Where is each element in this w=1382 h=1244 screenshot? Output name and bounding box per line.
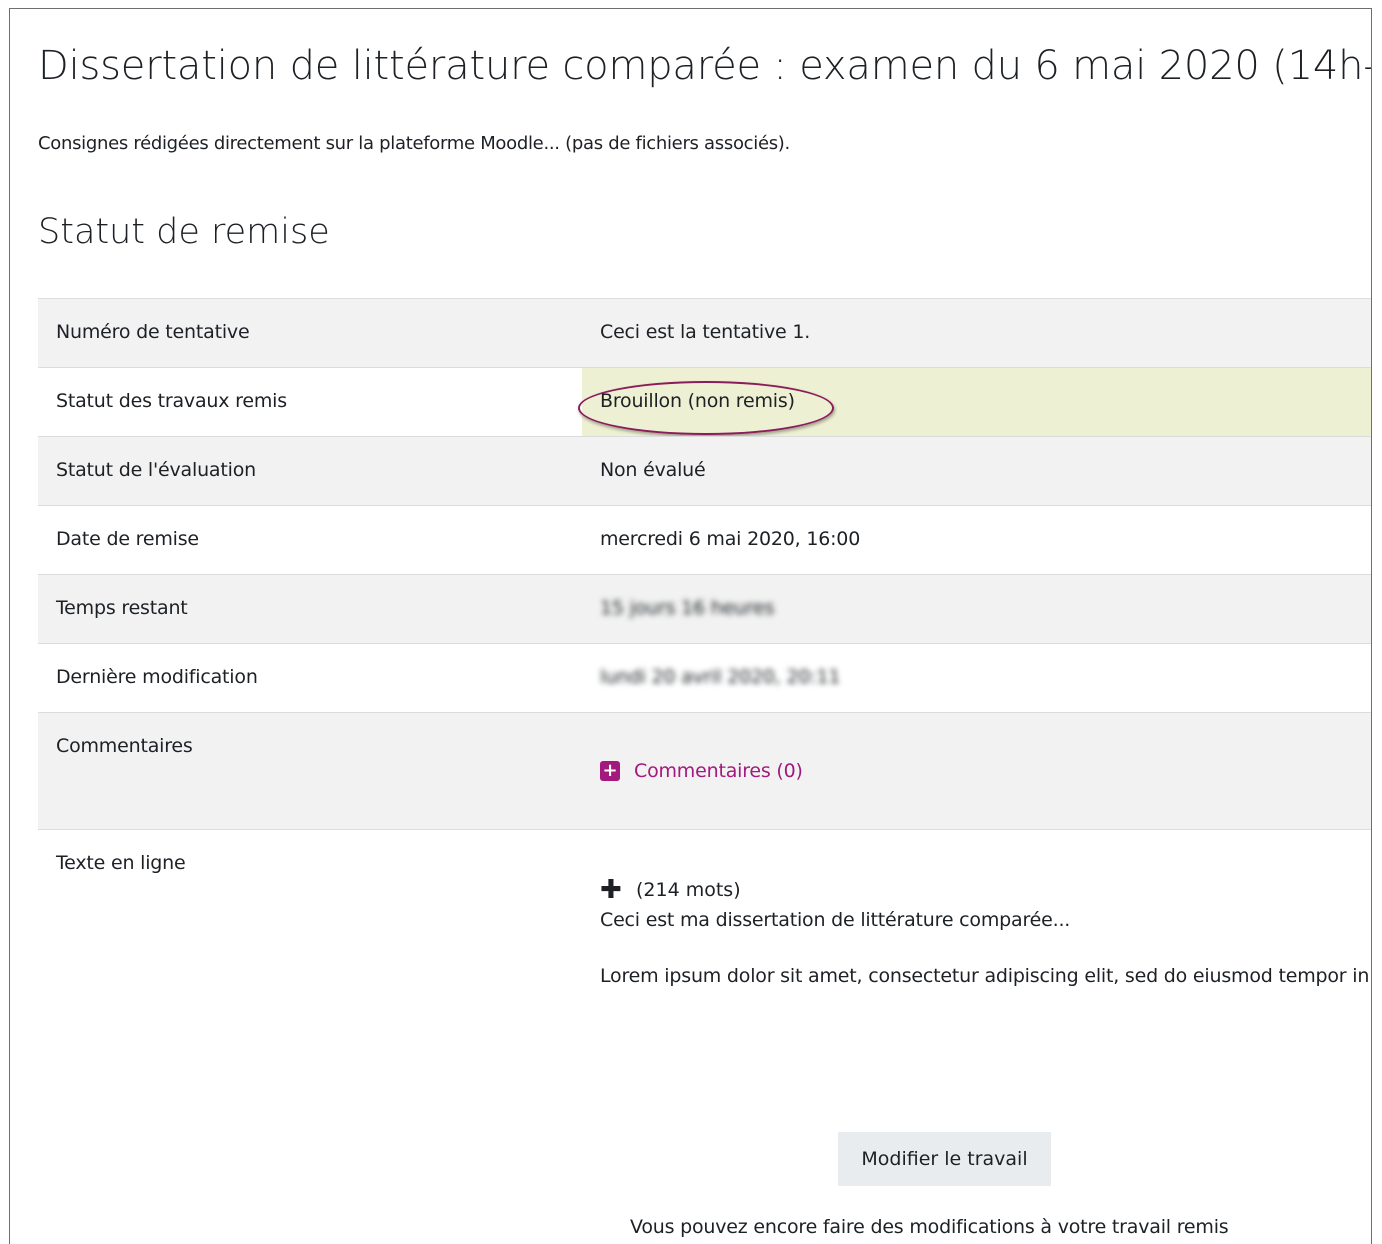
row-label: Temps restant — [56, 597, 188, 619]
page-title: Dissertation de littérature comparée : e… — [38, 43, 1372, 89]
row-value-cell: mercredi 6 mai 2020, 16:00 — [582, 506, 1371, 574]
table-row-attempt-number: Numéro de tentative Ceci est la tentativ… — [38, 298, 1371, 367]
edit-hint-text: Vous pouvez encore faire des modificatio… — [630, 1216, 1229, 1238]
row-label: Date de remise — [56, 528, 199, 550]
submission-status-value: Brouillon (non remis) — [600, 390, 795, 412]
row-label: Dernière modification — [56, 666, 258, 688]
word-count: (214 mots) — [636, 879, 741, 901]
assignment-page: Dissertation de littérature comparée : e… — [9, 8, 1372, 1244]
comments-link-text: Commentaires (0) — [634, 760, 803, 782]
row-label: Commentaires — [56, 735, 193, 757]
essay-heading: Ceci est ma dissertation de littérature … — [600, 909, 1071, 931]
row-label: Statut des travaux remis — [56, 390, 287, 412]
last-modified-value-blurred: lundi 20 avril 2020, 20:11 — [600, 666, 841, 688]
row-label: Statut de l'évaluation — [56, 459, 256, 481]
expand-plus-icon[interactable]: ✚ — [600, 877, 636, 903]
table-row-grading-status: Statut de l'évaluation Non évalué — [38, 436, 1371, 505]
edit-submission-button[interactable]: Modifier le travail — [838, 1132, 1051, 1186]
due-date-value: mercredi 6 mai 2020, 16:00 — [600, 528, 861, 550]
essay-body-text: Lorem ipsum dolor sit amet, consectetur … — [600, 965, 1370, 987]
assignment-instructions: Consignes rédigées directement sur la pl… — [38, 133, 790, 154]
time-remaining-value-blurred: 15 jours 16 heures — [600, 597, 775, 619]
row-value-cell: + Commentaires (0) — [582, 713, 1371, 829]
table-row-due-date: Date de remise mercredi 6 mai 2020, 16:0… — [38, 505, 1371, 574]
row-value-cell: ✚ (214 mots) Ceci est ma dissertation de… — [582, 830, 1371, 1129]
plus-square-icon: + — [600, 761, 620, 781]
online-text-summary: ✚ (214 mots) — [600, 875, 1370, 905]
table-row-last-modified: Dernière modification lundi 20 avril 202… — [38, 643, 1371, 712]
row-value-cell: Non évalué — [582, 437, 1371, 505]
table-row-online-text: Texte en ligne ✚ (214 mots) Ceci est ma … — [38, 829, 1371, 1129]
submission-status-table: Numéro de tentative Ceci est la tentativ… — [38, 298, 1371, 1129]
row-value-cell-highlighted: Brouillon (non remis) — [578, 368, 1371, 436]
online-text-content: ✚ (214 mots) Ceci est ma dissertation de… — [600, 875, 1370, 987]
row-value-cell: Ceci est la tentative 1. — [582, 299, 1371, 367]
grading-status-value: Non évalué — [600, 459, 706, 481]
section-title: Statut de remise — [38, 212, 330, 252]
table-row-time-remaining: Temps restant 15 jours 16 heures — [38, 574, 1371, 643]
row-value-cell: 15 jours 16 heures — [582, 575, 1371, 643]
row-label: Numéro de tentative — [56, 321, 250, 343]
table-row-submission-status: Statut des travaux remis Brouillon (non … — [38, 367, 1371, 436]
row-label: Texte en ligne — [56, 852, 186, 874]
row-value-cell: lundi 20 avril 2020, 20:11 — [582, 644, 1371, 712]
comments-toggle-link[interactable]: + Commentaires (0) — [600, 760, 803, 782]
table-row-comments: Commentaires + Commentaires (0) — [38, 712, 1371, 829]
attempt-number-value: Ceci est la tentative 1. — [600, 321, 811, 343]
